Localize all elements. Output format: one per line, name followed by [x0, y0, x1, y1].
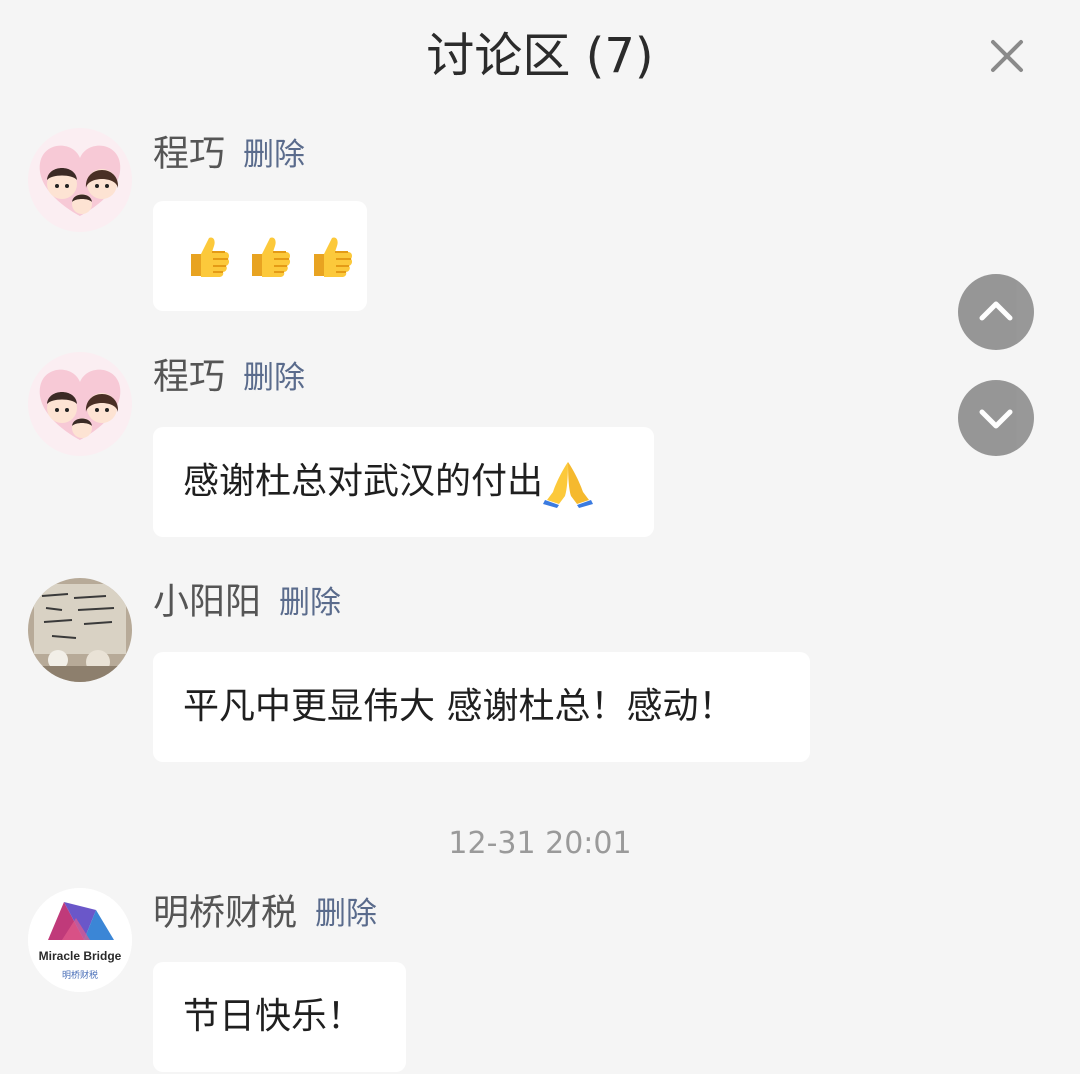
- timestamp: 12-31 20:01: [448, 826, 632, 861]
- couple-cartoon-avatar: [28, 128, 132, 232]
- logo-subtext: 明桥财税: [62, 969, 98, 981]
- comment-bubble: 平凡中更显伟大 感谢杜总！感动！: [153, 652, 810, 762]
- thumbs-up-icon: [183, 232, 233, 282]
- scroll-up-button[interactable]: [958, 274, 1034, 350]
- close-icon: [991, 40, 1023, 72]
- chevron-up-icon: [979, 301, 1013, 321]
- chevron-down-icon: [979, 409, 1013, 429]
- comment-header: 小阳阳 删除: [153, 578, 341, 626]
- couple-cartoon-avatar: [28, 352, 132, 456]
- doodle-photo-avatar: [28, 578, 132, 682]
- delete-link[interactable]: 删除: [243, 360, 305, 396]
- miracle-bridge-logo-avatar: Miracle Bridge 明桥财税: [28, 888, 132, 992]
- comment-header: 程巧 删除: [153, 353, 305, 401]
- delete-link[interactable]: 删除: [315, 896, 377, 932]
- logo-text: Miracle Bridge: [39, 949, 122, 963]
- username: 明桥财税: [153, 892, 298, 934]
- discussion-panel: 讨论区 (7) 程巧 删除 程巧 删除 感谢杜总对武汉的付出 小阳阳 删除 平凡…: [0, 0, 1080, 1074]
- username: 程巧: [153, 133, 226, 175]
- comment-header: 程巧 删除: [153, 130, 305, 178]
- username: 小阳阳: [153, 581, 262, 623]
- thumbs-up-icon: [306, 232, 356, 282]
- comment-text: 感谢杜总对武汉的付出: [183, 461, 544, 502]
- delete-link[interactable]: 删除: [243, 137, 305, 173]
- avatar[interactable]: [28, 128, 132, 232]
- folded-hands-icon: [543, 458, 594, 508]
- username: 程巧: [153, 356, 226, 398]
- comment-text: 节日快乐！: [183, 996, 364, 1037]
- thumbs-up-icon: [244, 232, 294, 282]
- delete-link[interactable]: 删除: [279, 585, 341, 621]
- avatar[interactable]: Miracle Bridge 明桥财税: [28, 888, 132, 992]
- avatar[interactable]: [28, 578, 132, 682]
- page-title: 讨论区 (7): [426, 28, 654, 84]
- comment-text: 平凡中更显伟大 感谢杜总！感动！: [183, 686, 735, 727]
- scroll-down-button[interactable]: [958, 380, 1034, 456]
- close-button[interactable]: [985, 34, 1029, 78]
- comment-bubble: 感谢杜总对武汉的付出: [153, 427, 654, 537]
- comment-bubble: [153, 201, 367, 311]
- comment-header: 明桥财税 删除: [153, 889, 377, 937]
- comment-bubble: 节日快乐！: [153, 962, 406, 1072]
- avatar[interactable]: [28, 352, 132, 456]
